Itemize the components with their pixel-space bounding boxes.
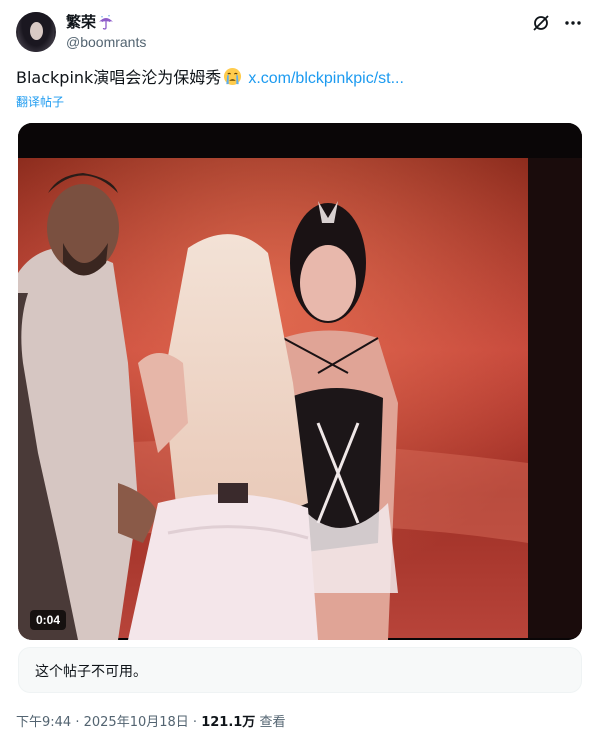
- view-count: 121.1万: [201, 715, 256, 730]
- author-handle[interactable]: @boomrants: [66, 32, 146, 52]
- meta-separator: ·: [71, 715, 84, 730]
- video-player[interactable]: 0:04: [18, 123, 582, 640]
- video-frame: [18, 123, 582, 640]
- avatar[interactable]: [16, 12, 56, 52]
- tweet-meta: 下午9:44 · 2025年10月18日 · 121.1万 查看: [16, 711, 285, 730]
- tweet-header: 繁荣 @boomrants: [16, 10, 582, 54]
- tweet-date[interactable]: 2025年10月18日: [84, 715, 189, 730]
- tweet-link[interactable]: x.com/blckpinkpic/st...: [248, 70, 404, 87]
- more-icon[interactable]: [564, 14, 582, 32]
- author-name-row[interactable]: 繁荣: [66, 12, 146, 32]
- unavailable-post-notice: 这个帖子不可用。: [18, 647, 582, 693]
- author-names: 繁荣 @boomrants: [66, 12, 146, 52]
- grok-icon[interactable]: [532, 14, 550, 32]
- author-display-name[interactable]: 繁荣: [66, 12, 96, 32]
- views-label: 查看: [255, 715, 286, 730]
- video-duration: 0:04: [30, 610, 67, 630]
- tweet-body: Blackpink演唱会沦为保姆秀: [16, 68, 222, 87]
- meta-separator: ·: [188, 715, 202, 730]
- umbrella-icon: [98, 14, 114, 30]
- crying-face-emoji: [223, 67, 242, 86]
- tweet-time[interactable]: 下午9:44: [16, 715, 71, 730]
- translate-post-link[interactable]: 翻译帖子: [16, 93, 64, 110]
- header-actions: [532, 14, 582, 32]
- tweet-text: Blackpink演唱会沦为保姆秀 x.com/blckpinkpic/st..…: [16, 66, 404, 91]
